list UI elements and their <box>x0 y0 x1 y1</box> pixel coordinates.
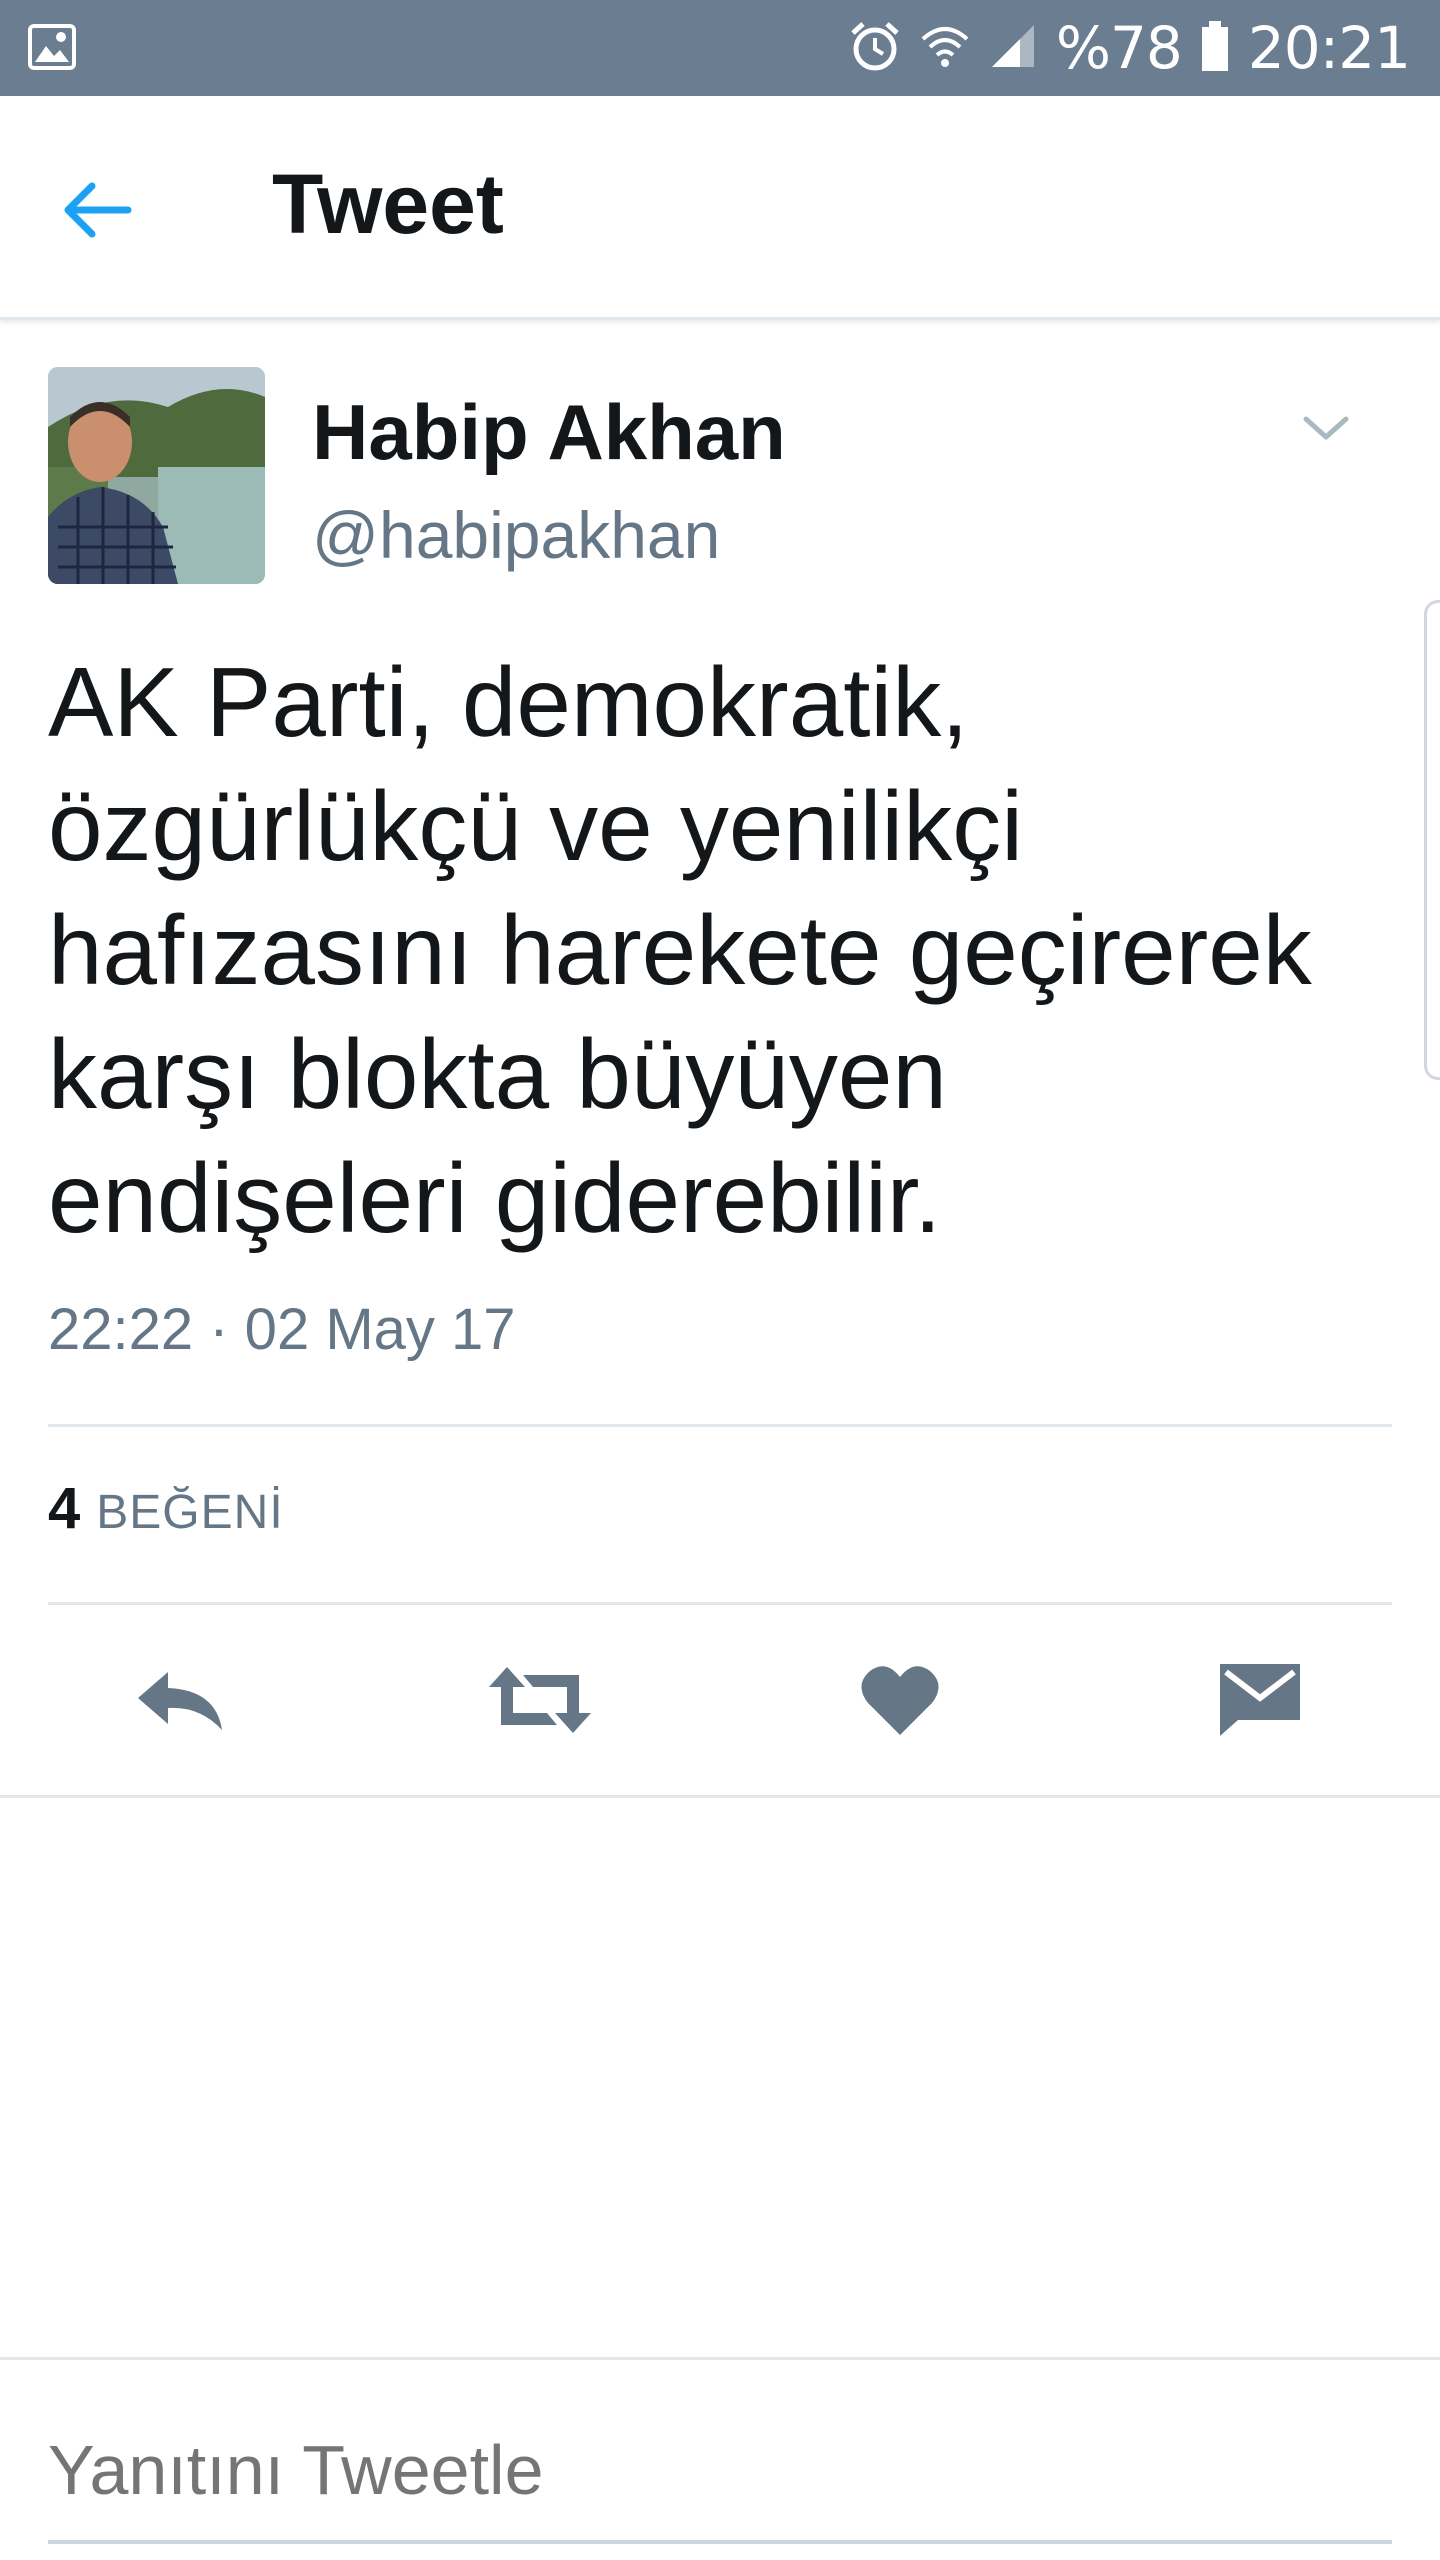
likes-label: BEĞENİ <box>96 1486 284 1539</box>
tweet-actions <box>0 1602 1440 1797</box>
alarm-icon <box>848 19 902 78</box>
page-title: Tweet <box>272 157 504 251</box>
author-handle[interactable]: @habipakhan <box>312 490 720 580</box>
app-header: Tweet <box>0 96 1440 320</box>
scrollbar[interactable] <box>1424 600 1440 1080</box>
likes-count: 4 <box>48 1476 81 1541</box>
reply-input-underline <box>48 2540 1392 2544</box>
reply-bar <box>0 2357 1440 2560</box>
heart-icon <box>860 1663 940 1742</box>
author-name[interactable]: Habip Akhan <box>312 382 786 482</box>
like-button[interactable] <box>840 1652 960 1752</box>
avatar[interactable] <box>48 367 265 584</box>
clock: 20:21 <box>1247 14 1411 82</box>
signal-icon <box>988 21 1038 76</box>
tweet-menu-button[interactable] <box>1286 400 1366 460</box>
divider <box>0 1795 1440 1798</box>
back-arrow-icon <box>60 180 132 245</box>
tweet-text: AK Parti, demokratik, özgürlükçü ve yeni… <box>48 647 1312 1253</box>
reply-input[interactable] <box>48 2420 1392 2520</box>
reply-icon <box>134 1668 226 1737</box>
divider <box>48 1424 1392 1427</box>
back-button[interactable] <box>50 166 142 258</box>
retweet-button[interactable] <box>480 1652 600 1752</box>
retweet-icon <box>485 1665 595 1740</box>
envelope-icon <box>1218 1662 1302 1743</box>
reply-button[interactable] <box>120 1652 240 1752</box>
status-bar: %78 20:21 <box>0 0 1440 96</box>
chevron-down-icon <box>1302 413 1350 448</box>
battery-percentage: %78 <box>1055 14 1183 82</box>
direct-message-button[interactable] <box>1200 1652 1320 1752</box>
battery-icon <box>1200 19 1230 78</box>
status-icons: %78 20:21 <box>848 0 1411 96</box>
gallery-icon <box>28 24 76 70</box>
likes-stats[interactable]: 4 BEĞENİ <box>48 1475 284 1565</box>
tweet-timestamp[interactable]: 22:22 · 02 May 17 <box>48 1290 516 1370</box>
wifi-icon <box>920 21 970 76</box>
